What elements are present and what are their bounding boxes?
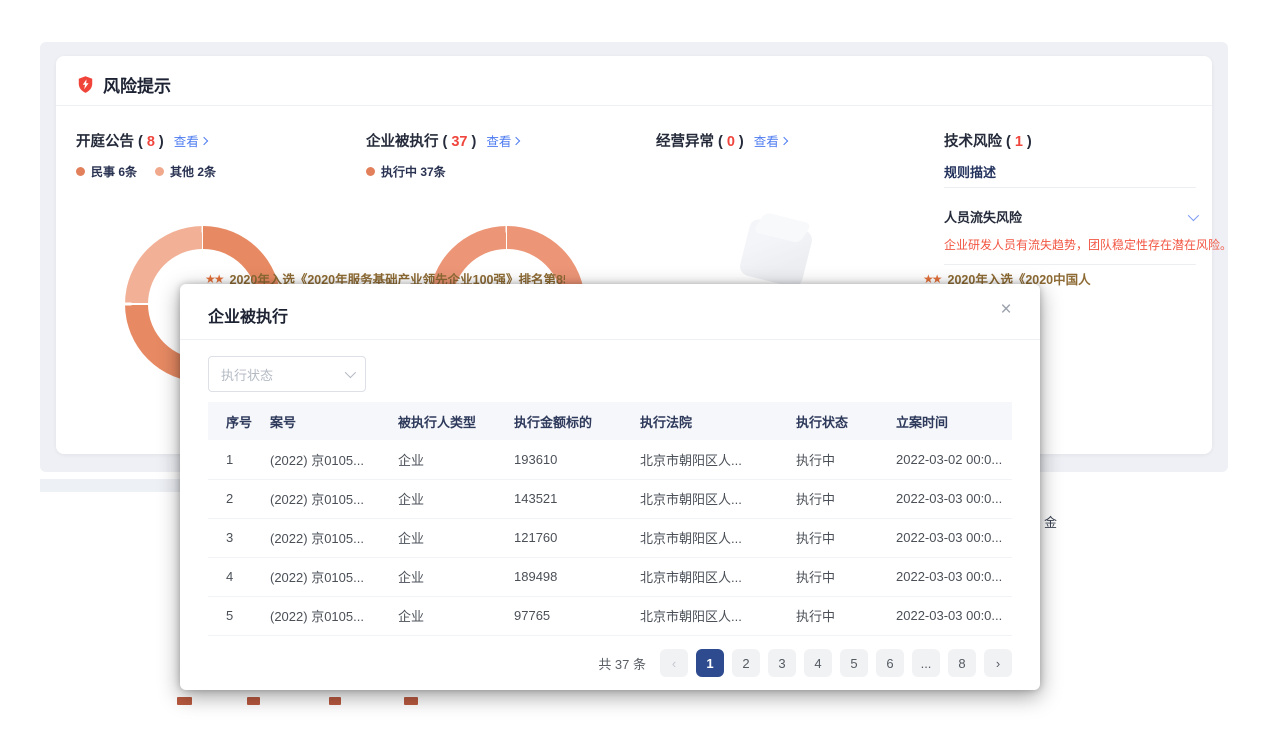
pagination-total: 共 37 条 [598, 654, 646, 673]
col-header: 立案时间 [886, 402, 1012, 440]
legend-item: 执行中 37条 [366, 163, 446, 180]
legend-dot [155, 167, 164, 176]
enterprise-executed-modal: 企业被执行 × 执行状态 序号 案号 被执行人类型 执行金额标的 执行法院 执行… [180, 284, 1040, 690]
execution-status-select[interactable]: 执行状态 [208, 356, 366, 392]
stat-title: 企业被执行 [366, 130, 439, 151]
background-fragment-bar [404, 697, 418, 705]
col-header: 被执行人类型 [388, 402, 504, 440]
col-header: 执行法院 [630, 402, 786, 440]
pagination-page-button[interactable]: 5 [840, 649, 868, 677]
stat-operation-abnormal: 经营异常 (0) 查看 [656, 130, 787, 151]
stat-count: 0 [727, 134, 735, 150]
empty-state-illustration [738, 217, 814, 289]
legend-item: 其他 2条 [155, 163, 216, 180]
table-header-row: 序号 案号 被执行人类型 执行金额标的 执行法院 执行状态 立案时间 [208, 402, 1012, 440]
legend-dot [366, 167, 375, 176]
table-row: 2(2022) 京0105...企业143521北京市朝阳区人...执行中202… [208, 479, 1012, 518]
col-header: 执行状态 [786, 402, 886, 440]
stat-count: 37 [451, 134, 467, 150]
table-row: 4(2022) 京0105...企业189498北京市朝阳区人...执行中202… [208, 557, 1012, 596]
table-row: 3(2022) 京0105...企业121760北京市朝阳区人...执行中202… [208, 518, 1012, 557]
stat-title: 技术风险 [944, 130, 1002, 151]
stat-enterprise-executed: 企业被执行 (37) 查看 [366, 130, 519, 151]
pagination-next-button[interactable]: › [984, 649, 1012, 677]
background-fragment-bar [329, 697, 341, 705]
pagination-ellipsis-button[interactable]: ... [912, 649, 940, 677]
pagination-page-button[interactable]: 3 [768, 649, 796, 677]
col-header: 序号 [208, 402, 260, 440]
table-row: 5(2022) 京0105...企业97765北京市朝阳区人...执行中2022… [208, 596, 1012, 635]
modal-title: 企业被执行 [208, 303, 288, 327]
col-header: 案号 [260, 402, 388, 440]
risk-item-staff-loss[interactable]: 人员流失风险 [944, 207, 1196, 226]
divider [944, 264, 1196, 265]
card-header-divider [56, 105, 1212, 106]
view-link-court-announcements[interactable]: 查看 [174, 131, 207, 150]
view-link-operation-abnormal[interactable]: 查看 [754, 131, 787, 150]
execution-table: 序号 案号 被执行人类型 执行金额标的 执行法院 执行状态 立案时间 1(202… [208, 402, 1012, 636]
stat-title: 经营异常 [656, 130, 714, 151]
chevron-down-icon [345, 367, 356, 378]
divider [180, 339, 1040, 340]
risk-description: 企业研发人员有流失趋势，团队稳定性存在潜在风险。 [944, 236, 1204, 254]
background-fragment-bar [177, 697, 192, 705]
divider [944, 187, 1196, 188]
background-fragment-band [40, 479, 180, 492]
legend-court-announcements: 民事 6条 其他 2条 [76, 163, 216, 180]
chevron-down-icon [1188, 209, 1199, 220]
risk-shield-icon [76, 75, 95, 94]
card-title: 风险提示 [103, 72, 171, 97]
legend-dot [76, 167, 85, 176]
col-header: 执行金额标的 [504, 402, 630, 440]
stat-count: 1 [1015, 134, 1023, 150]
pagination-page-button[interactable]: 6 [876, 649, 904, 677]
stat-court-announcements: 开庭公告 (8) 查看 [76, 130, 207, 151]
stat-tech-risk: 技术风险 (1) [944, 130, 1032, 151]
pagination-page-button[interactable]: 2 [732, 649, 760, 677]
pagination-prev-button[interactable]: ‹ [660, 649, 688, 677]
pagination-page-button[interactable]: 1 [696, 649, 724, 677]
view-link-enterprise-executed[interactable]: 查看 [486, 131, 519, 150]
select-placeholder: 执行状态 [221, 365, 273, 384]
pagination-page-button[interactable]: 8 [948, 649, 976, 677]
pagination: 共 37 条 ‹ 1 2 3 4 5 6 ... 8 › [598, 649, 1012, 677]
background-fragment-char: 金 [1044, 512, 1057, 531]
chevron-right-icon [200, 136, 208, 144]
table-row: 1(2022) 京0105...企业193610北京市朝阳区人...执行中202… [208, 440, 1012, 479]
chevron-right-icon [512, 136, 520, 144]
stat-count: 8 [147, 134, 155, 150]
background-fragment-bar [247, 697, 260, 705]
legend-item: 民事 6条 [76, 163, 137, 180]
rule-description-label: 规则描述 [944, 162, 996, 181]
card-header: 风险提示 [76, 72, 171, 97]
legend-enterprise-executed: 执行中 37条 [366, 163, 446, 180]
close-icon[interactable]: × [994, 298, 1018, 322]
stat-title: 开庭公告 [76, 130, 134, 151]
pagination-page-button[interactable]: 4 [804, 649, 832, 677]
chevron-right-icon [780, 136, 788, 144]
